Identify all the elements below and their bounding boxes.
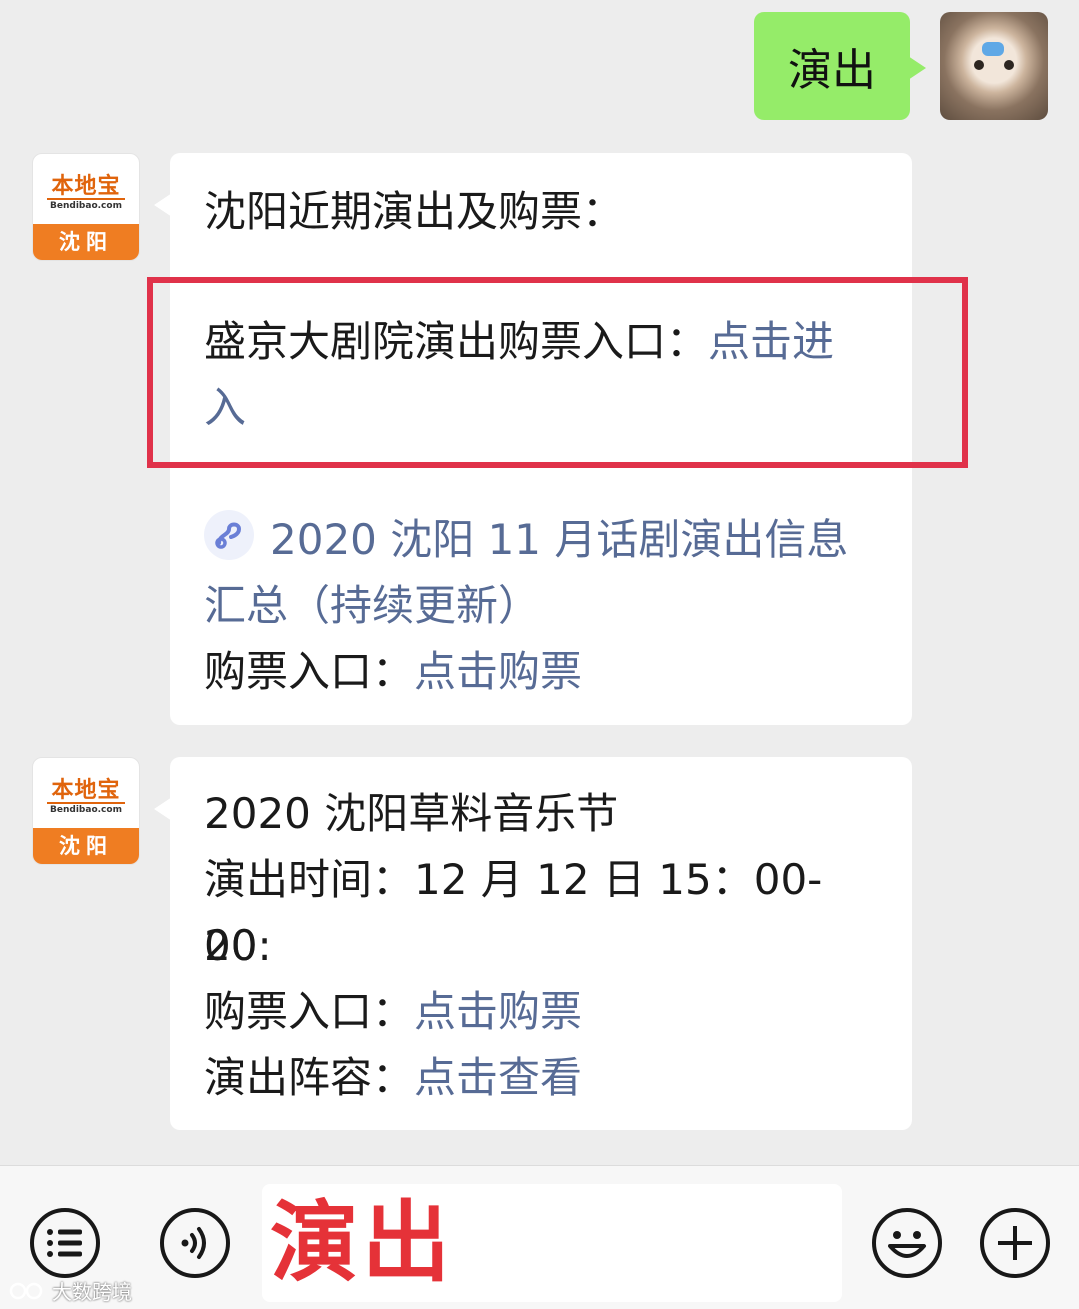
voice-icon[interactable] bbox=[158, 1206, 232, 1280]
input-toolbar: 演出 bbox=[0, 1165, 1079, 1309]
watermark-logo-icon bbox=[9, 1282, 43, 1299]
article-title[interactable]: 2020 沈阳 11 月话剧演出信息 bbox=[270, 515, 848, 564]
avatar-eye bbox=[974, 60, 984, 70]
user-avatar[interactable] bbox=[940, 12, 1048, 120]
account-city: 沈阳 bbox=[33, 828, 139, 864]
account-brand: 本地宝 bbox=[51, 778, 121, 803]
avatar-eye bbox=[1004, 60, 1014, 70]
ticket-label: 购票入口： bbox=[204, 987, 415, 1036]
ticket-line: 购票入口：点击购票 bbox=[204, 979, 882, 1045]
article-link-line[interactable]: 汇总（持续更新） bbox=[204, 573, 882, 639]
article-title-continued[interactable]: 汇总（持续更新） bbox=[204, 581, 540, 630]
account-brand: 本地宝 bbox=[51, 174, 121, 199]
emoji-icon[interactable] bbox=[870, 1206, 944, 1280]
buy-ticket-link[interactable]: 点击购票 bbox=[414, 987, 582, 1036]
chat-area: 演出 本地宝 Bendibao.com 沈阳 沈阳近期演出及购票： 盛京大剧院演… bbox=[0, 0, 1079, 1165]
account-domain: Bendibao.com bbox=[50, 201, 122, 211]
message-input[interactable]: 演出 bbox=[262, 1184, 842, 1302]
account-city: 沈阳 bbox=[33, 224, 139, 260]
plus-icon[interactable] bbox=[978, 1206, 1052, 1280]
account-avatar[interactable]: 本地宝 Bendibao.com 沈阳 bbox=[32, 153, 140, 261]
highlight-annotation-box bbox=[147, 277, 968, 468]
buy-ticket-link[interactable]: 点击购票 bbox=[414, 647, 582, 696]
incoming-message-bubble: 2020 沈阳草料音乐节 演出时间：12 月 12 日 15：00-20: 00… bbox=[154, 757, 912, 1130]
view-lineup-link[interactable]: 点击查看 bbox=[414, 1053, 582, 1102]
outgoing-message-bubble[interactable]: 演出 bbox=[754, 12, 926, 120]
avatar-bow bbox=[982, 42, 1004, 56]
lineup-line: 演出阵容：点击查看 bbox=[204, 1045, 882, 1111]
account-domain: Bendibao.com bbox=[50, 805, 122, 815]
account-avatar[interactable]: 本地宝 Bendibao.com 沈阳 bbox=[32, 757, 140, 865]
outgoing-message-text: 演出 bbox=[788, 45, 876, 96]
mini-program-link-icon bbox=[204, 510, 254, 560]
performance-time-continued: 00 bbox=[204, 921, 258, 970]
lineup-label: 演出阵容： bbox=[204, 1053, 415, 1102]
ticket-label: 购票入口： bbox=[204, 647, 415, 696]
brand-underline bbox=[47, 198, 125, 200]
brand-underline bbox=[47, 802, 125, 804]
watermark-text: 大数跨境 bbox=[52, 1280, 132, 1304]
ticket-line: 购票入口：点击购票 bbox=[204, 639, 882, 705]
menu-list-icon[interactable] bbox=[28, 1206, 102, 1280]
watermark: 大数跨境 bbox=[8, 1276, 132, 1305]
festival-title: 2020 沈阳草料音乐节 bbox=[204, 789, 619, 838]
message-heading: 沈阳近期演出及购票： bbox=[204, 187, 625, 236]
article-link-line[interactable]: 2020 沈阳 11 月话剧演出信息 bbox=[204, 507, 882, 573]
